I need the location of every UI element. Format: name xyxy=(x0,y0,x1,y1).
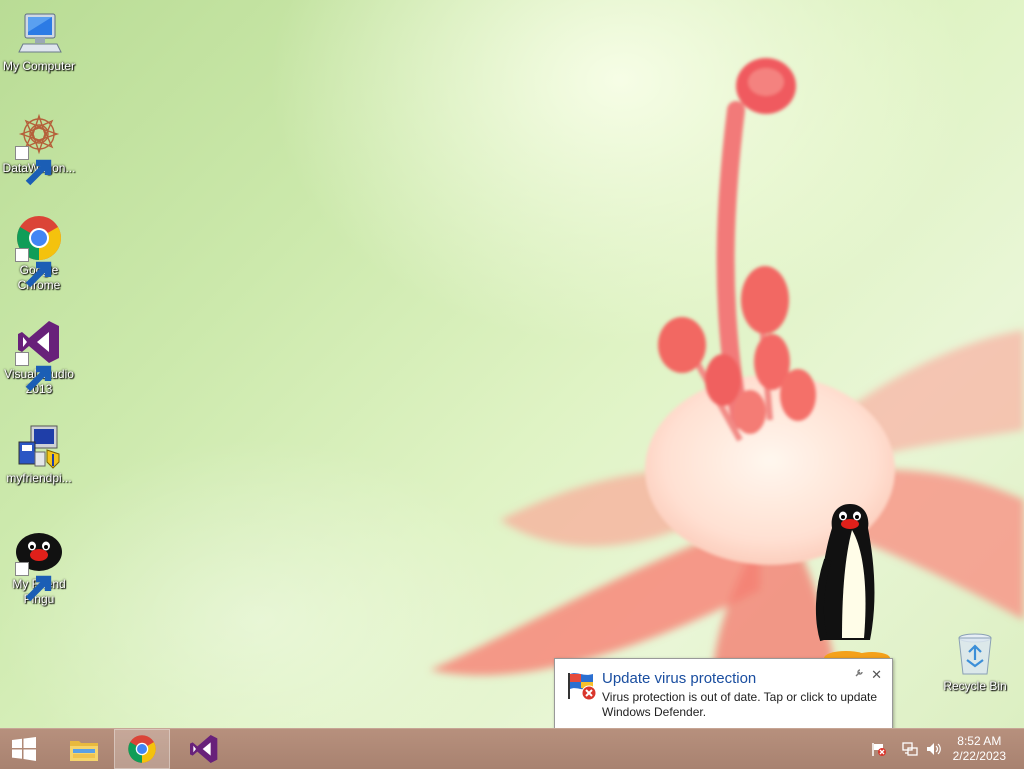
desktop-icon-label: myfriendpi... xyxy=(6,471,72,485)
notification-body: Virus protection is out of date. Tap or … xyxy=(602,690,878,719)
my-computer-icon xyxy=(15,10,63,58)
clock-date: 2/22/2023 xyxy=(952,749,1006,763)
taskbar-clock[interactable]: 8:52 AM 2/22/2023 xyxy=(953,734,1006,764)
action-center-flag-icon[interactable] xyxy=(871,741,887,757)
taskbar-visual-studio[interactable] xyxy=(176,729,232,769)
shortcut-arrow-icon xyxy=(15,562,52,602)
chrome-icon xyxy=(128,735,156,763)
pingu-desktop-pet[interactable] xyxy=(812,500,892,670)
taskbar-file-explorer[interactable] xyxy=(56,729,112,769)
datawagon-icon xyxy=(15,112,63,186)
taskbar: 8:52 AM 2/22/2023 xyxy=(0,728,1024,769)
shortcut-arrow-icon xyxy=(15,352,52,392)
visual-studio-icon xyxy=(15,318,63,392)
desktop-icon-label: My Computer xyxy=(2,59,76,73)
desktop[interactable]: My Computer DataWagon... Google Chrome V… xyxy=(0,0,1024,728)
chrome-icon xyxy=(15,214,63,288)
clock-time: 8:52 AM xyxy=(957,734,1002,748)
desktop-icon-my-friend-pingu[interactable]: My Friend Pingu xyxy=(0,528,78,607)
notification-balloon[interactable]: Update virus protection Virus protection… xyxy=(554,658,893,730)
desktop-icon-my-computer[interactable]: My Computer xyxy=(0,10,78,74)
desktop-icon-myfriendpingu-installer[interactable]: myfriendpi... xyxy=(0,422,78,486)
taskbar-google-chrome[interactable] xyxy=(114,729,170,769)
wrench-icon[interactable] xyxy=(854,668,864,678)
shortcut-arrow-icon xyxy=(15,248,52,288)
windows-logo-icon xyxy=(12,737,36,761)
desktop-icon-google-chrome[interactable]: Google Chrome xyxy=(0,214,78,293)
recycle-bin-icon xyxy=(951,630,999,678)
notification-title: Update virus protection xyxy=(602,670,757,687)
security-flag-icon xyxy=(568,673,597,701)
close-icon[interactable]: ✕ xyxy=(871,667,882,683)
pingu-icon xyxy=(15,528,63,602)
volume-icon[interactable] xyxy=(926,741,942,757)
installer-icon xyxy=(15,422,63,470)
visual-studio-icon xyxy=(190,735,218,763)
desktop-icon-recycle-bin[interactable]: Recycle Bin xyxy=(936,630,1014,694)
shortcut-arrow-icon xyxy=(15,146,52,186)
desktop-icon-label: Recycle Bin xyxy=(943,679,1007,693)
desktop-icon-datawagon[interactable]: DataWagon... xyxy=(0,112,78,186)
desktop-icon-visual-studio[interactable]: Visual Studio 2013 xyxy=(0,318,78,397)
start-button[interactable] xyxy=(0,729,48,769)
network-icon[interactable] xyxy=(902,741,918,757)
folder-icon xyxy=(70,741,98,761)
system-tray: 8:52 AM 2/22/2023 xyxy=(864,729,1024,769)
